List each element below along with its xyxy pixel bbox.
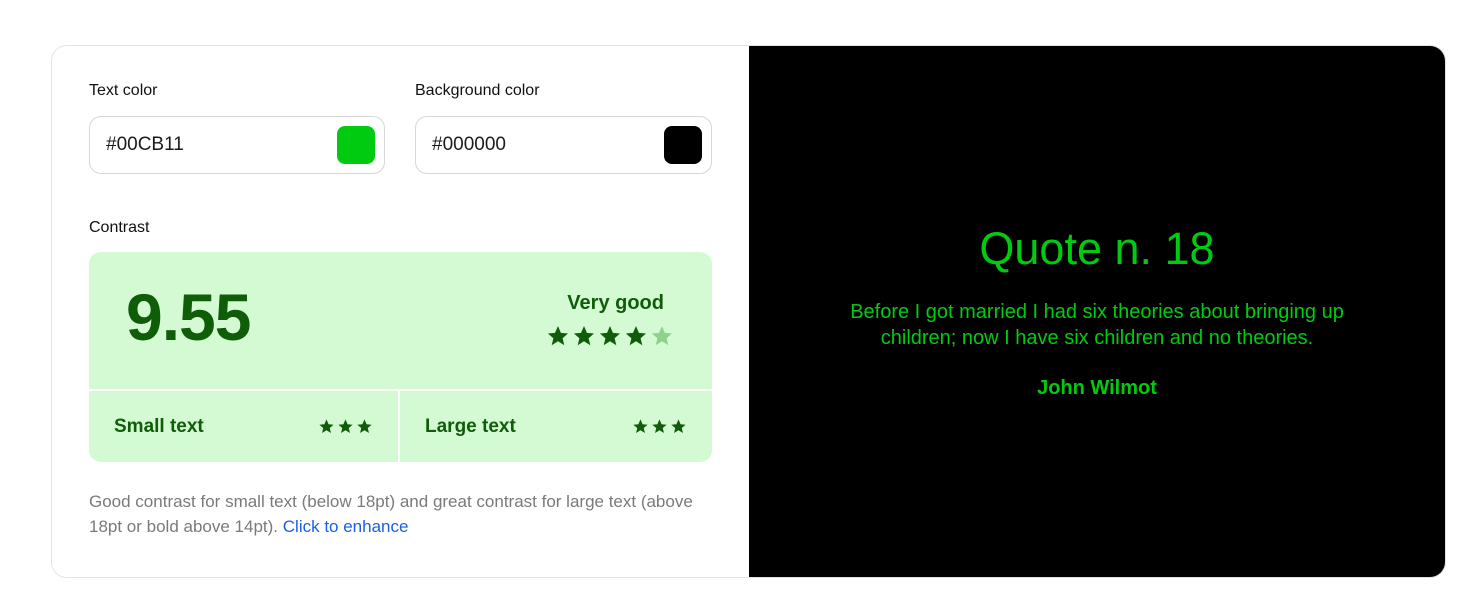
large-text-stars	[632, 418, 687, 435]
small-text-stars	[318, 418, 373, 435]
controls-panel: Text color Background color #00CB11 #000…	[52, 46, 749, 577]
rating-stars	[546, 324, 674, 348]
large-text-label: Large text	[425, 415, 516, 437]
enhance-link[interactable]: Click to enhance	[283, 517, 409, 536]
contrast-rating: Very good	[567, 292, 664, 314]
preview-panel: Quote n. 18 Before I got married I had s…	[749, 46, 1445, 577]
contrast-checker-card: Text color Background color #00CB11 #000…	[51, 45, 1446, 578]
background-color-swatch-icon[interactable]	[664, 126, 702, 164]
star-icon	[319, 419, 334, 434]
text-color-value[interactable]: #00CB11	[106, 117, 184, 173]
star-icon	[338, 419, 353, 434]
text-color-swatch-icon[interactable]	[337, 126, 375, 164]
star-icon	[633, 419, 648, 434]
contrast-note: Good contrast for small text (below 18pt…	[89, 489, 719, 539]
quote-title: Quote n. 18	[979, 223, 1215, 274]
star-icon	[651, 326, 672, 346]
quote-text: Before I got married I had six theories …	[850, 301, 1344, 349]
star-icon	[671, 419, 686, 434]
background-color-value[interactable]: #000000	[432, 117, 506, 173]
background-color-input[interactable]: #000000	[415, 116, 712, 174]
large-text-rating: Large text	[400, 391, 712, 462]
small-text-label: Small text	[114, 415, 204, 437]
star-icon	[573, 326, 594, 346]
text-color-input[interactable]: #00CB11	[89, 116, 385, 174]
star-icon	[652, 419, 667, 434]
background-color-label: Background color	[415, 82, 540, 99]
star-icon	[547, 326, 568, 346]
contrast-label: Contrast	[89, 219, 150, 236]
small-text-rating: Small text	[89, 391, 398, 462]
star-icon	[599, 326, 620, 346]
star-icon	[625, 326, 646, 346]
text-color-label: Text color	[89, 82, 158, 99]
quote-author: John Wilmot	[1037, 377, 1157, 399]
contrast-score: 9.55	[126, 280, 251, 354]
star-icon	[357, 419, 372, 434]
contrast-result-box: 9.55 Very good Small text Large text	[89, 252, 712, 462]
